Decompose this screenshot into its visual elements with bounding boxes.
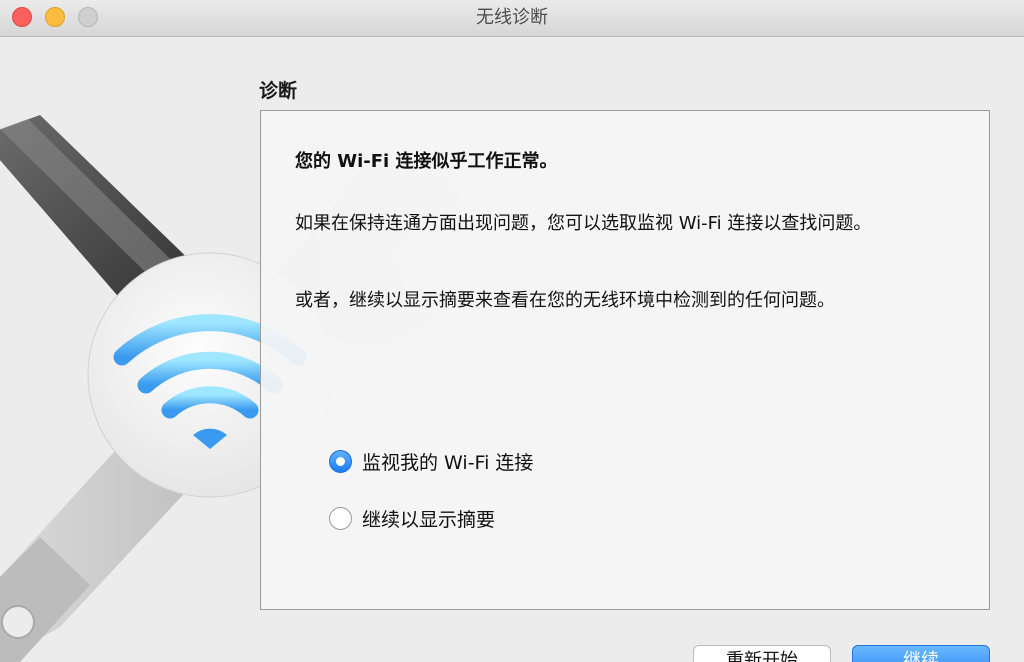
option-label: 监视我的 Wi-Fi 连接 — [362, 451, 534, 474]
wireless-diagnostics-window: 无线诊断 诊断 您的 Wi-Fi 连接似乎工作正常。 如果在保持连通方面出现问题… — [0, 0, 1024, 662]
option-label: 继续以显示摘要 — [362, 508, 496, 531]
option-show-summary[interactable]: 继续以显示摘要 — [329, 504, 495, 532]
window-title: 无线诊断 — [476, 7, 548, 28]
monitor-explanation: 如果在保持连通方面出现问题，您可以选取监视 Wi-Fi 连接以查找问题。 — [295, 213, 872, 234]
radio-selected-icon[interactable] — [329, 449, 352, 473]
summary-explanation: 或者，继续以显示摘要来查看在您的无线环境中检测到的任何问题。 — [295, 290, 835, 311]
continue-button[interactable]: 继续 — [852, 645, 990, 662]
status-headline: 您的 Wi-Fi 连接似乎工作正常。 — [295, 151, 558, 172]
option-monitor-wifi[interactable]: 监视我的 Wi-Fi 连接 — [329, 447, 533, 475]
section-title: 诊断 — [259, 80, 298, 102]
radio-unselected-icon[interactable] — [329, 506, 352, 530]
title-bar: 无线诊断 — [0, 0, 1024, 37]
diagnostic-panel: 您的 Wi-Fi 连接似乎工作正常。 如果在保持连通方面出现问题，您可以选取监视… — [260, 110, 990, 610]
restart-button[interactable]: 重新开始 — [693, 645, 831, 662]
